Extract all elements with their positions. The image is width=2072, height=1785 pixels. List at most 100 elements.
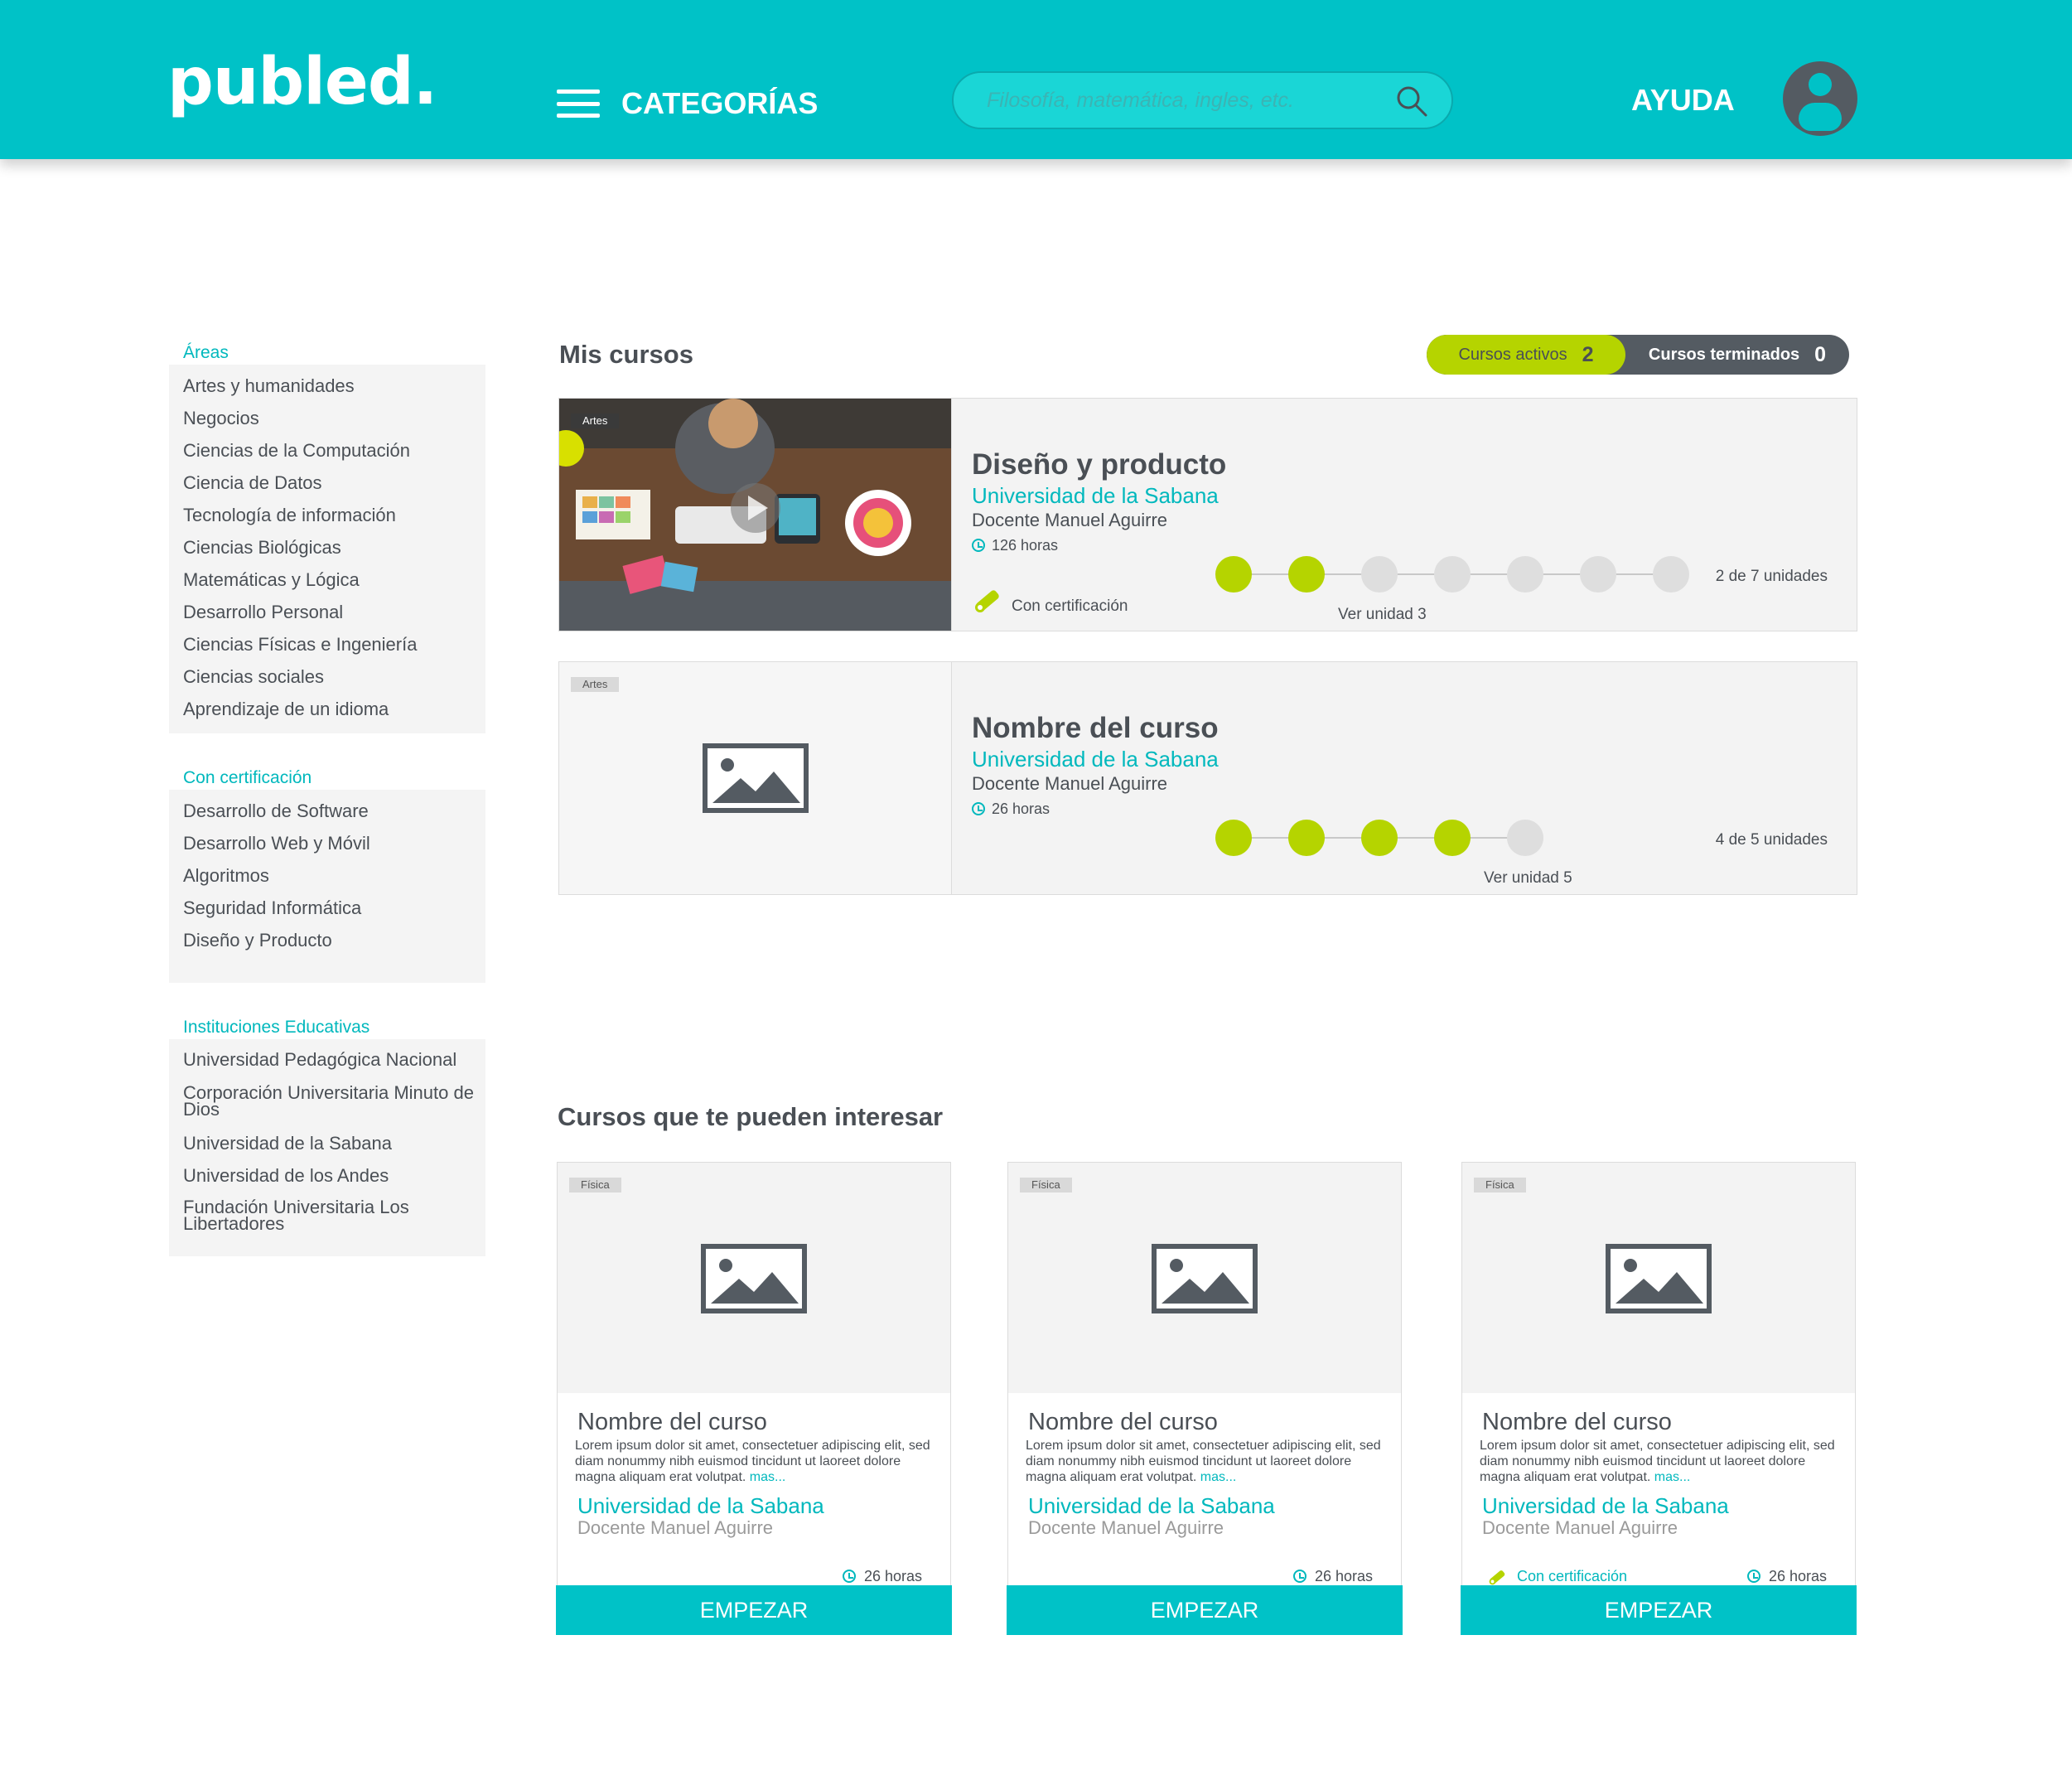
sidebar-item[interactable]: Algoritmos	[169, 859, 485, 892]
course-photo	[559, 399, 951, 631]
course-image[interactable]: Física	[558, 1163, 950, 1393]
clock-icon	[972, 802, 985, 815]
course-info: Diseño y producto Universidad de la Saba…	[972, 447, 1226, 558]
course-card[interactable]: Artes Nombre del curso Universidad de la…	[558, 661, 1857, 895]
sidebar-item[interactable]: Aprendizaje de un idioma	[169, 693, 485, 725]
sidebar-item[interactable]: Matemáticas y Lógica	[169, 564, 485, 596]
sidebar-item[interactable]: Desarrollo Personal	[169, 596, 485, 628]
course-university[interactable]: Universidad de la Sabana	[1028, 1493, 1384, 1518]
search-input[interactable]	[987, 73, 1384, 128]
course-image[interactable]: Física	[1462, 1163, 1855, 1393]
categories-menu-button[interactable]: CATEGORÍAS	[557, 83, 818, 124]
sidebar-item[interactable]: Desarrollo de Software	[169, 795, 485, 827]
sidebar-group-title-institutions[interactable]: Instituciones Educativas	[169, 1006, 485, 1039]
finished-courses-tab[interactable]: Cursos terminados 0	[1625, 335, 1849, 375]
sidebar-item[interactable]: Negocios	[169, 402, 485, 434]
clock-icon	[972, 539, 985, 552]
view-unit-link[interactable]: Ver unidad 5	[1484, 869, 1572, 888]
unit-dot-completed[interactable]	[1434, 820, 1471, 856]
view-unit-link[interactable]: Ver unidad 3	[1338, 606, 1427, 624]
unit-dot-completed[interactable]	[1288, 556, 1325, 593]
course-hours-text: 26 horas	[1768, 1567, 1827, 1584]
course-university[interactable]: Universidad de la Sabana	[972, 483, 1226, 508]
course-category-tag: Física	[1474, 1178, 1526, 1192]
logo[interactable]: publed.	[167, 50, 437, 114]
sidebar-item[interactable]: Fundación Universitaria Los Libertadores	[169, 1192, 485, 1241]
course-title[interactable]: Nombre del curso	[577, 1406, 934, 1438]
sidebar-item[interactable]: Ciencias Físicas e Ingeniería	[169, 628, 485, 660]
unit-dot-pending[interactable]	[1361, 556, 1398, 593]
sidebar-item[interactable]: Ciencias sociales	[169, 660, 485, 693]
course-card[interactable]: Artes Diseño y producto Universidad de l…	[558, 398, 1857, 631]
course-duration: 26 horas	[842, 1568, 922, 1585]
start-course-button[interactable]: EMPEZAR	[1007, 1585, 1403, 1635]
course-university[interactable]: Universidad de la Sabana	[972, 747, 1219, 772]
read-more-link[interactable]: mas...	[1200, 1470, 1237, 1484]
unit-dot-pending[interactable]	[1653, 556, 1689, 593]
unit-dot-pending[interactable]	[1507, 556, 1543, 593]
course-image[interactable]: Artes	[559, 662, 952, 894]
recommended-course-card[interactable]: Física Nombre del curso Lorem ipsum dolo…	[1007, 1162, 1403, 1635]
course-category-tag: Artes	[571, 414, 620, 428]
course-teacher: Docente Manuel Aguirre	[1028, 1517, 1224, 1538]
start-course-button[interactable]: EMPEZAR	[1461, 1585, 1857, 1635]
units-progress-text: 4 de 5 unidades	[1715, 831, 1828, 849]
sidebar-group-title-certification[interactable]: Con certificación	[169, 757, 485, 790]
image-placeholder-icon	[703, 743, 809, 813]
course-category-tag: Artes	[571, 677, 620, 692]
sidebar-item[interactable]: Universidad de la Sabana	[169, 1127, 485, 1159]
top-bar: publed. CATEGORÍAS AYUDA	[0, 0, 2072, 159]
course-duration: 26 horas	[972, 796, 1219, 821]
recommended-course-card[interactable]: Física Nombre del curso Lorem ipsum dolo…	[1461, 1162, 1857, 1635]
course-description: Lorem ipsum dolor sit amet, consectetuer…	[575, 1439, 930, 1484]
course-details: Nombre del curso Lorem ipsum dolor sit a…	[575, 1406, 934, 1538]
course-description: Lorem ipsum dolor sit amet, consectetuer…	[1026, 1439, 1381, 1484]
search-box	[952, 71, 1453, 129]
unit-dot-pending[interactable]	[1434, 556, 1471, 593]
start-course-button[interactable]: EMPEZAR	[556, 1585, 952, 1635]
sidebar-item[interactable]: Ciencia de Datos	[169, 467, 485, 499]
sidebar-item[interactable]: Universidad Pedagógica Nacional	[169, 1044, 485, 1077]
help-link[interactable]: AYUDA	[1631, 83, 1735, 118]
my-courses-title: Mis cursos	[559, 340, 693, 369]
unit-progress	[1215, 556, 1689, 593]
course-title[interactable]: Diseño y producto	[972, 447, 1226, 483]
course-title[interactable]: Nombre del curso	[1028, 1406, 1384, 1438]
sidebar-item[interactable]: Artes y humanidades	[169, 370, 485, 402]
course-image[interactable]: Artes	[559, 399, 952, 631]
unit-dot-completed[interactable]	[1361, 820, 1398, 856]
sidebar: Áreas Artes y humanidades Negocios Cienc…	[169, 331, 485, 1279]
user-avatar-icon[interactable]	[1783, 61, 1857, 136]
course-title[interactable]: Nombre del curso	[972, 710, 1219, 747]
unit-dot-completed[interactable]	[1215, 820, 1252, 856]
unit-dot-completed[interactable]	[1288, 820, 1325, 856]
certification-label: Con certificación	[1517, 1567, 1628, 1584]
categories-label: CATEGORÍAS	[621, 86, 819, 120]
sidebar-item[interactable]: Diseño y Producto	[169, 924, 485, 956]
unit-dot-completed[interactable]	[1215, 556, 1252, 593]
course-university[interactable]: Universidad de la Sabana	[1482, 1493, 1838, 1518]
unit-dot-pending[interactable]	[1580, 556, 1616, 593]
clock-icon	[1292, 1570, 1306, 1583]
sidebar-item[interactable]: Universidad de los Andes	[169, 1159, 485, 1192]
sidebar-item[interactable]: Desarrollo Web y Móvil	[169, 827, 485, 859]
search-icon[interactable]	[1395, 85, 1428, 118]
sidebar-item[interactable]: Seguridad Informática	[169, 892, 485, 924]
course-image[interactable]: Física	[1008, 1163, 1401, 1393]
recommended-course-card[interactable]: Física Nombre del curso Lorem ipsum dolo…	[556, 1162, 952, 1635]
certification-badge: Con certificación	[972, 583, 1128, 616]
read-more-link[interactable]: mas...	[1654, 1470, 1691, 1484]
sidebar-item[interactable]: Ciencias de la Computación	[169, 434, 485, 467]
unit-progress	[1215, 820, 1543, 856]
course-title[interactable]: Nombre del curso	[1482, 1406, 1838, 1438]
course-teacher: Docente Manuel Aguirre	[1482, 1517, 1678, 1538]
unit-dot-pending[interactable]	[1507, 820, 1543, 856]
sidebar-item[interactable]: Corporación Universitaria Minuto de Dios	[169, 1077, 485, 1127]
course-university[interactable]: Universidad de la Sabana	[577, 1493, 934, 1518]
sidebar-item[interactable]: Tecnología de información	[169, 499, 485, 531]
sidebar-item[interactable]: Ciencias Biológicas	[169, 531, 485, 564]
course-hours-text: 26 horas	[1314, 1567, 1373, 1584]
sidebar-group-title-areas[interactable]: Áreas	[169, 331, 485, 365]
active-courses-tab[interactable]: Cursos activos 2	[1427, 335, 1625, 375]
read-more-link[interactable]: mas...	[750, 1470, 786, 1484]
